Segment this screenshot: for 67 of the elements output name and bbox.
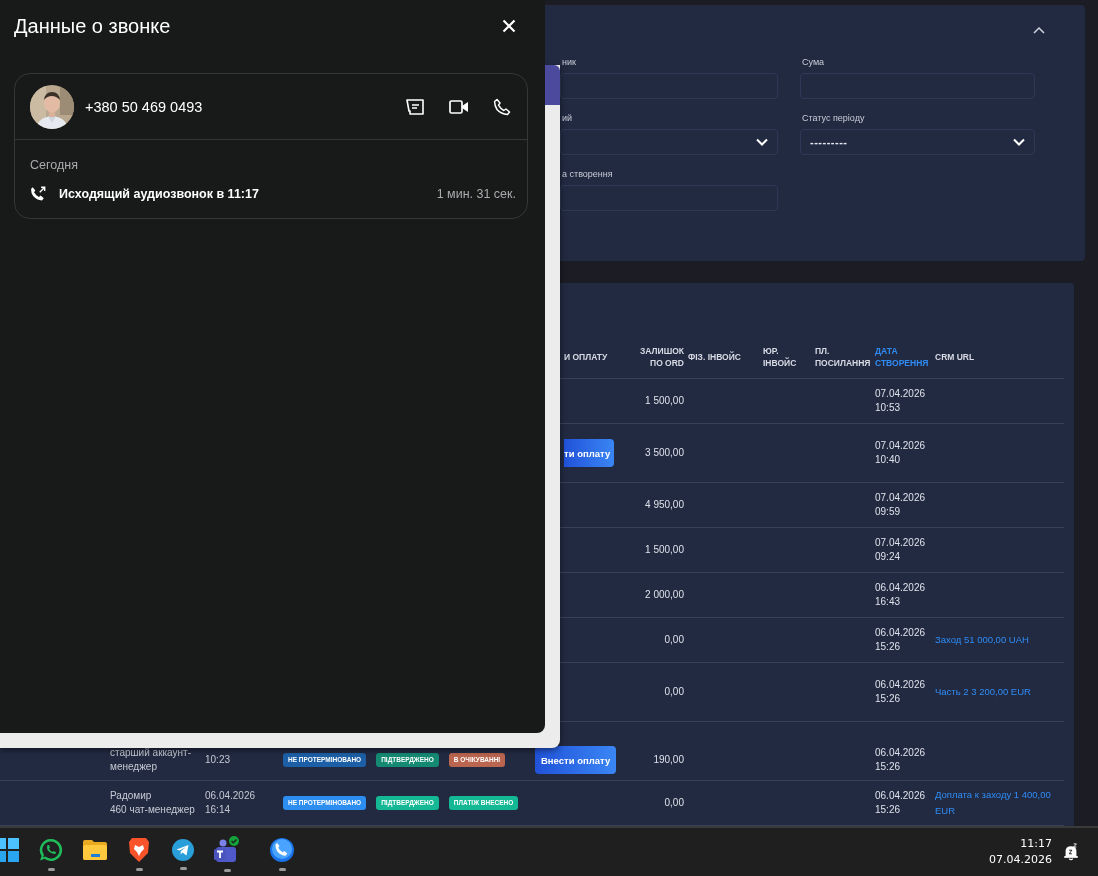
crm-link[interactable]: Часть 2 3 200,00 EUR xyxy=(935,684,1064,700)
table-cell-text: 07.04.2026 09:59 xyxy=(875,491,927,519)
select-field[interactable]: --------- xyxy=(800,129,1035,155)
input-field[interactable] xyxy=(560,73,778,99)
outgoing-call-icon xyxy=(30,186,46,202)
field-label: Сума xyxy=(801,57,825,68)
table-cell-text: 06.04.2026 15:26 xyxy=(875,746,927,774)
chevron-down-icon xyxy=(1013,138,1025,146)
employee-role: старший аккаунт-менеджер xyxy=(110,746,192,774)
column-header[interactable]: ЗАЛИШОК ПО ORD xyxy=(628,345,688,369)
table-cell-text: 06.04.2026 16:43 xyxy=(875,581,927,609)
message-icon[interactable] xyxy=(405,98,425,116)
pay-button[interactable]: Внести оплату xyxy=(535,746,617,774)
chat-bubble-icon[interactable] xyxy=(38,837,64,863)
table-cell-text: 06.04.2026 16:14 xyxy=(205,789,257,817)
lion-icon[interactable] xyxy=(128,837,150,863)
column-header[interactable]: ДАТА СТВОРЕННЯ xyxy=(875,345,935,369)
input-field[interactable] xyxy=(560,185,778,211)
column-header[interactable]: И ОПЛАТУ xyxy=(564,351,628,363)
employee-name: Радомир xyxy=(110,789,153,803)
column-header[interactable]: CRM URL xyxy=(935,351,1064,363)
table-cell-text: 10:23 xyxy=(205,753,232,767)
notification-bell-icon[interactable] xyxy=(1062,843,1080,861)
column-header[interactable]: ФІЗ. ІНВОЙС xyxy=(688,351,763,363)
paper-plane-icon[interactable] xyxy=(171,838,195,862)
teams-icon[interactable] xyxy=(213,836,241,864)
clock-time[interactable]: 11:17 xyxy=(1020,836,1052,852)
call-description: Исходящий аудиозвонок в 11:17 xyxy=(59,187,259,201)
column-header[interactable]: ПЛ. ПОСИЛАННЯ xyxy=(815,345,875,369)
table-cell-text: 0,00 xyxy=(663,796,685,810)
table-cell-text: 06.04.2026 15:26 xyxy=(875,789,927,817)
crm-link[interactable]: Доплата к заходу 1 400,00 EUR xyxy=(935,787,1064,819)
chevron-up-icon[interactable] xyxy=(1033,26,1045,34)
table-cell-text: 07.04.2026 10:53 xyxy=(875,387,927,415)
field-label: а створення xyxy=(561,169,613,180)
phone-icon[interactable] xyxy=(493,98,511,116)
phone-number: +380 50 469 0493 xyxy=(85,99,203,115)
table-cell-text: 06.04.2026 15:26 xyxy=(875,626,927,654)
table-cell-text: 1 500,00 xyxy=(644,543,685,557)
windows-logo-icon[interactable] xyxy=(0,838,19,862)
employee-role: 460 чат-менеджер xyxy=(110,803,196,817)
field-label: ник xyxy=(561,57,576,68)
chevron-down-icon xyxy=(756,138,768,146)
table-cell-text: 06.04.2026 15:26 xyxy=(875,678,927,706)
panel-title: Данные о звонке xyxy=(14,14,171,38)
table-cell-text: 3 500,00 xyxy=(644,446,685,460)
table-cell-text: 4 950,00 xyxy=(644,498,685,512)
table-cell-text: 07.04.2026 09:24 xyxy=(875,536,927,564)
field-label: ий xyxy=(561,113,573,124)
call-duration: 1 мин. 31 сек. xyxy=(436,187,516,201)
select-field[interactable] xyxy=(560,129,778,155)
folder-icon[interactable] xyxy=(82,839,108,861)
field-label: Статус періоду xyxy=(801,113,865,124)
table-cell-text: 07.04.2026 10:40 xyxy=(875,439,927,467)
table-cell-text: 190,00 xyxy=(652,753,685,767)
close-icon[interactable] xyxy=(502,19,516,33)
column-header[interactable]: ЮР. ІНВОЙС xyxy=(763,345,815,369)
table-cell-text: 0,00 xyxy=(663,685,685,699)
clock-date[interactable]: 07.04.2026 xyxy=(989,852,1052,868)
table-cell-text: 1 500,00 xyxy=(644,394,685,408)
video-icon[interactable] xyxy=(449,99,469,115)
table-cell-text: 2 000,00 xyxy=(644,588,685,602)
table-cell-text: 0,00 xyxy=(663,633,685,647)
phone-app-icon[interactable] xyxy=(269,837,295,863)
pay-button[interactable]: ти оплату xyxy=(564,439,614,467)
crm-link[interactable]: Заход 51 000,00 UAH xyxy=(935,632,1064,648)
day-label: Сегодня xyxy=(30,158,79,172)
